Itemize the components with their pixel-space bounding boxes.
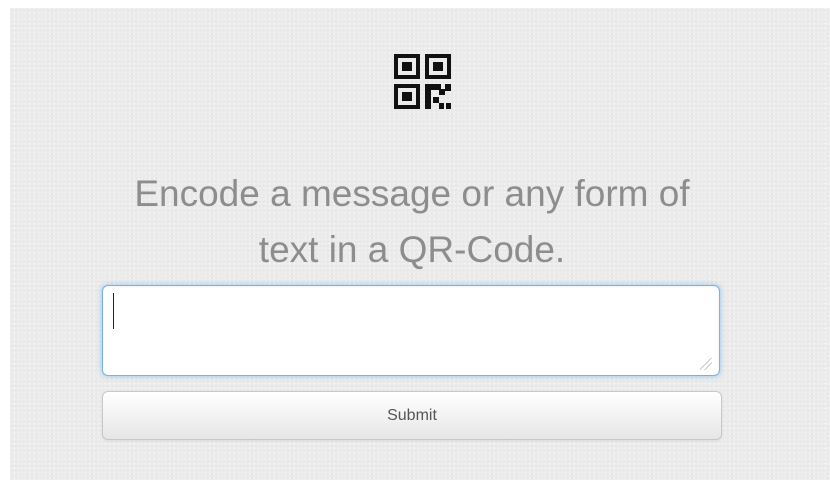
message-input[interactable]	[102, 285, 720, 376]
text-caret	[113, 293, 114, 329]
qr-code-icon	[394, 54, 451, 109]
submit-button[interactable]: Submit	[102, 391, 722, 440]
resize-grip-icon[interactable]	[700, 358, 712, 370]
page-heading: Encode a message or any form of text in …	[134, 173, 690, 270]
